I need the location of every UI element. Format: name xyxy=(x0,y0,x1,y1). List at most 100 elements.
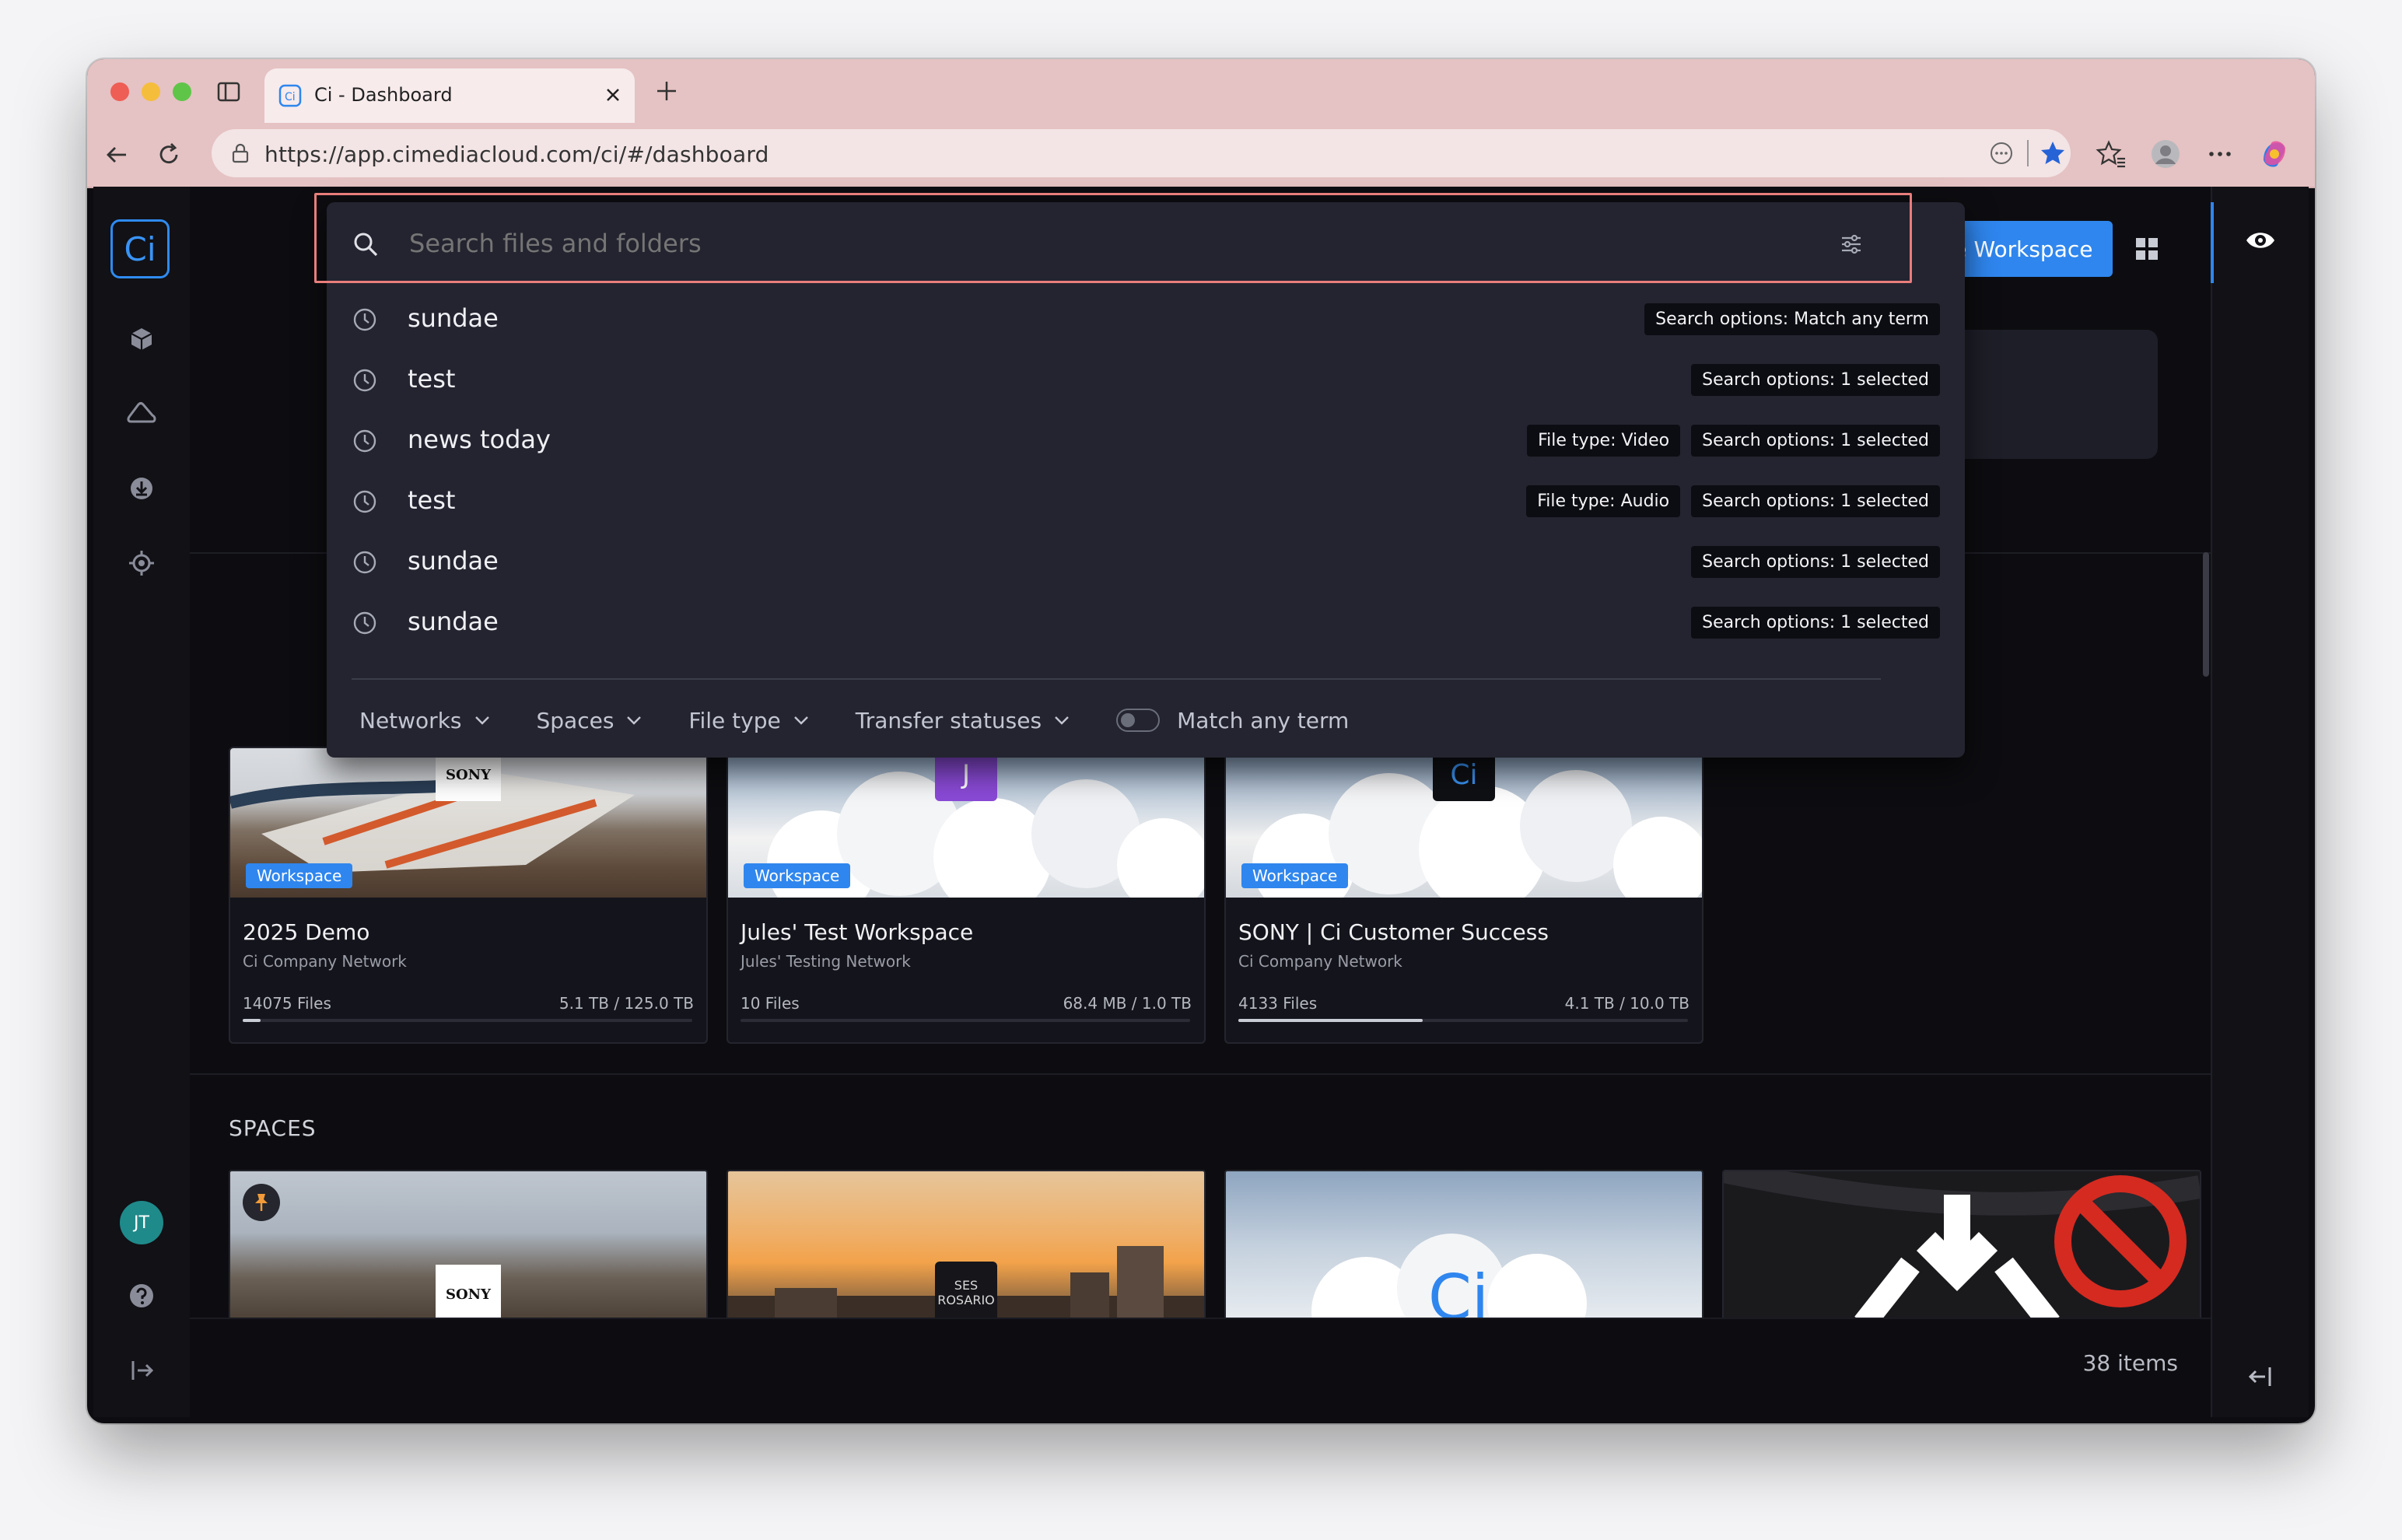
history-tag: Search options: 1 selected xyxy=(1691,364,1940,396)
minimize-window-button[interactable] xyxy=(142,82,160,101)
filter-label: File type xyxy=(688,707,781,733)
browser-window: Ci Ci - Dashboard https://app.cimediaclo… xyxy=(87,59,2315,1423)
file-type-filter[interactable]: File type xyxy=(688,708,810,733)
main-content: Create Workspace SONY Workspace 2025 Dem… xyxy=(190,187,2212,1419)
filter-label: Networks xyxy=(359,707,462,733)
url-text: https://app.cimediacloud.com/ci/#/dashbo… xyxy=(264,142,769,167)
history-tags: Search options: 1 selected xyxy=(1691,364,1940,396)
browser-titlebar: Ci Ci - Dashboard xyxy=(87,59,2315,123)
history-term: news today xyxy=(408,425,551,454)
history-tag: Search options: 1 selected xyxy=(1691,546,1940,578)
space-card[interactable] xyxy=(1722,1170,2201,1325)
history-tags: Search options: 1 selected xyxy=(1691,607,1940,639)
favorite-star-icon[interactable] xyxy=(2038,138,2068,168)
history-term: sundae xyxy=(408,607,499,636)
pin-icon[interactable] xyxy=(243,1184,280,1221)
search-history-item[interactable]: news today File type: Video Search options… xyxy=(327,411,1965,471)
workspace-storage: 4.1 TB / 10.0 TB xyxy=(1564,994,1689,1013)
history-tags: File type: Video Search options: 1 select… xyxy=(1527,425,1940,457)
search-filters: Networks Spaces File type Transfer statu… xyxy=(359,697,1349,744)
ci-favicon-icon: Ci xyxy=(278,84,302,107)
cube-icon[interactable] xyxy=(123,320,160,358)
chevron-down-icon xyxy=(474,716,489,725)
history-tag: Search options: 1 selected xyxy=(1691,485,1940,517)
workspace-card[interactable]: Ci Workspace SONY | Ci Customer Success … xyxy=(1224,747,1703,1044)
history-tag: Search options: 1 selected xyxy=(1691,425,1940,457)
chevron-down-icon xyxy=(793,716,808,725)
eye-icon[interactable] xyxy=(2245,229,2276,252)
close-window-button[interactable] xyxy=(110,82,129,101)
usage-fill xyxy=(1238,1019,1423,1022)
item-count: 38 items xyxy=(2082,1350,2178,1376)
back-arrow-icon[interactable] xyxy=(103,140,132,170)
workspace-title: 2025 Demo xyxy=(243,919,370,945)
search-history-item[interactable]: sundae Search options: Match any term xyxy=(327,289,1965,350)
transfer-statuses-filter[interactable]: Transfer statuses xyxy=(856,708,1071,733)
reload-icon[interactable] xyxy=(154,140,184,170)
history-tag: File type: Audio xyxy=(1526,485,1681,517)
search-history-item[interactable]: test Search options: 1 selected xyxy=(327,350,1965,411)
space-card[interactable]: SES ROSARIO xyxy=(727,1170,1206,1325)
filter-label: Transfer statuses xyxy=(855,707,1042,733)
user-avatar[interactable]: JT xyxy=(120,1201,163,1244)
svg-text:Ci: Ci xyxy=(285,91,296,103)
target-icon[interactable] xyxy=(123,544,160,582)
workspace-network: Ci Company Network xyxy=(243,952,407,971)
match-any-term-label: Match any term xyxy=(1177,707,1350,733)
workspace-usage-bar xyxy=(741,1019,1190,1022)
workspace-storage: 68.4 MB / 1.0 TB xyxy=(1063,994,1192,1013)
workspace-network: Ci Company Network xyxy=(1238,952,1402,971)
search-history-item[interactable]: sundae Search options: 1 selected xyxy=(327,532,1965,593)
space-card[interactable]: Ci xyxy=(1224,1170,1703,1325)
space-card[interactable]: SONY xyxy=(229,1170,708,1325)
copilot-icon[interactable] xyxy=(2257,137,2292,171)
more-menu-icon[interactable] xyxy=(2204,138,2236,170)
clock-icon xyxy=(352,428,378,454)
panel-edge-indicator xyxy=(2211,202,2214,283)
help-icon[interactable] xyxy=(123,1277,160,1314)
site-info-icon[interactable] xyxy=(229,142,252,165)
ci-logo[interactable]: Ci xyxy=(110,219,170,278)
toggle-knob xyxy=(1121,713,1136,727)
filters-divider xyxy=(352,678,1881,680)
search-highlight-outline xyxy=(314,193,1912,283)
workspace-card[interactable]: J Workspace Jules' Test Workspace Jules'… xyxy=(727,747,1206,1044)
search-history-item[interactable]: test File type: Audio Search options: 1 se… xyxy=(327,471,1965,532)
download-icon[interactable] xyxy=(123,470,160,507)
sign-out-icon[interactable] xyxy=(123,1352,160,1389)
match-any-term-toggle[interactable] xyxy=(1116,709,1161,732)
chevron-down-icon xyxy=(1055,716,1069,725)
sony-logo: SONY xyxy=(436,1265,501,1324)
url-bar[interactable]: https://app.cimediacloud.com/ci/#/dashbo… xyxy=(212,129,2071,177)
ci-space-logo: Ci xyxy=(1428,1262,1490,1325)
workspace-card[interactable]: SONY Workspace 2025 Demo Ci Company Netw… xyxy=(229,747,708,1044)
search-dropdown: sundae Search options: Match any term test… xyxy=(327,202,1965,758)
workspace-network: Jules' Testing Network xyxy=(741,952,911,971)
spaces-filter[interactable]: Spaces xyxy=(537,708,644,733)
cloud-icon[interactable] xyxy=(123,395,160,432)
close-tab-icon[interactable] xyxy=(604,86,622,104)
ses-rosario-logo: SES ROSARIO xyxy=(935,1262,997,1324)
workspace-usage-bar xyxy=(1238,1019,1688,1022)
grid-icon[interactable] xyxy=(2134,236,2159,261)
usage-fill xyxy=(243,1019,261,1022)
scrollbar-thumb[interactable] xyxy=(2203,552,2209,677)
clock-icon xyxy=(352,367,378,394)
workspace-file-count: 4133 Files xyxy=(1238,994,1318,1013)
maximize-window-button[interactable] xyxy=(173,82,191,101)
networks-filter[interactable]: Networks xyxy=(359,708,492,733)
collapse-panel-icon[interactable] xyxy=(2246,1363,2274,1391)
spaces-heading: SPACES xyxy=(229,1115,317,1141)
history-tag: File type: Video xyxy=(1527,425,1681,457)
app: Ci JT Create Workspace SONY Workspace 20… xyxy=(93,187,2309,1419)
sidebar-toggle-icon[interactable] xyxy=(216,79,241,104)
search-history-item[interactable]: sundae Search options: 1 selected xyxy=(327,593,1965,653)
footer: 38 items xyxy=(190,1318,2212,1419)
new-tab-icon[interactable] xyxy=(653,78,680,104)
browser-tab[interactable]: Ci Ci - Dashboard xyxy=(264,68,635,123)
reading-mode-icon[interactable] xyxy=(1988,140,2015,166)
history-tags: File type: Audio Search options: 1 select… xyxy=(1526,485,1940,517)
profile-icon[interactable] xyxy=(2150,138,2181,170)
chevron-down-icon xyxy=(627,716,642,725)
favorites-icon[interactable] xyxy=(2096,138,2127,170)
